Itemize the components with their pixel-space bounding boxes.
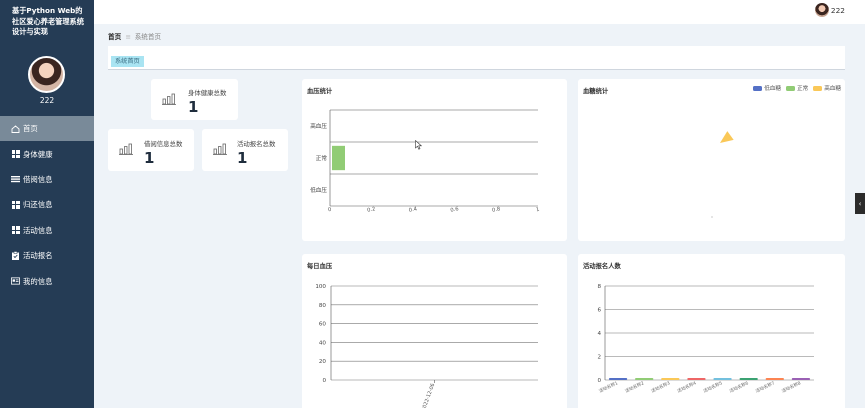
tab-bar: 系统首页 — [108, 46, 845, 70]
x-tick-label: 活动名称7 — [754, 379, 776, 394]
activity-signups-panel: 活动报名人数 0 2 4 6 8 活动名称1 活动名称2 活动名称3 活动名称4 活动名称5 活动名… — [578, 254, 845, 408]
pie-label-dot — [711, 216, 713, 218]
bar — [765, 378, 784, 380]
y-tick-label: 6 — [597, 308, 601, 314]
stat-value: 1 — [188, 98, 199, 116]
y-tick-label: 80 — [319, 303, 327, 309]
bar — [687, 378, 706, 380]
bp-stats-chart: 低血压 正常 高血压 0 0.2 0.4 0.6 0.8 1 — [310, 109, 540, 214]
header-avatar[interactable] — [815, 3, 829, 17]
y-tick-label: 0 — [322, 378, 326, 384]
top-header: 222 — [94, 0, 865, 24]
y-tick-label: 正常 — [316, 154, 328, 162]
sidebar-item-label: 活动报名 — [23, 251, 53, 261]
bar — [332, 145, 345, 171]
cursor-icon — [415, 140, 422, 150]
activity-signups-chart: 02468活动名称1 活动名称2 活动名称3 活动名称4 活动名称5 活动名称6 活动名称7… — [597, 284, 814, 394]
y-tick-label: 20 — [319, 359, 327, 365]
sidebar-item-profile[interactable]: 我的信息 — [0, 268, 94, 293]
sidebar-item-return[interactable]: 归还信息 — [0, 192, 94, 217]
x-tick-label: 活动名称3 — [650, 379, 672, 394]
sidebar-item-activity[interactable]: 活动信息 — [0, 218, 94, 243]
sidebar-item-signup[interactable]: 活动报名 — [0, 243, 94, 268]
y-tick-label: 低血压 — [310, 186, 327, 194]
sidebar-item-label: 我的信息 — [23, 276, 53, 286]
y-tick-label: 0 — [597, 378, 601, 384]
tab-system-home[interactable]: 系统首页 — [111, 56, 144, 67]
breadcrumb-current: 系统首页 — [134, 33, 162, 41]
bp-stats-panel: 血压统计 低血压 正常 高血压 0 0.2 0.4 0.6 0.8 1 — [302, 79, 567, 241]
sidebar-username: 222 — [39, 96, 55, 105]
chevron-left-icon[interactable]: ‹ — [855, 193, 865, 214]
y-tick-label: 40 — [319, 340, 327, 346]
daily-bp-chart: 0 20 40 60 80 100 2022-12-06 — [315, 284, 538, 408]
y-tick-label: 100 — [315, 284, 326, 290]
x-tick-label: 活动名称4 — [676, 379, 698, 394]
x-tick-label: 活动名称8 — [780, 379, 802, 394]
sidebar-item-health[interactable]: 身体健康 — [0, 141, 94, 166]
pie-slice — [720, 131, 734, 143]
stat-label: 身体健康总数 — [188, 89, 227, 97]
grid-icon — [11, 226, 20, 235]
sidebar-item-label: 首页 — [23, 124, 38, 134]
sidebar-item-home[interactable]: 首页 — [0, 116, 94, 142]
sidebar-item-label: 身体健康 — [23, 149, 53, 159]
x-tick-label: 0.8 — [492, 206, 501, 214]
grid-icon — [11, 150, 20, 159]
x-tick-label: 1 — [536, 207, 540, 214]
home-icon — [11, 125, 20, 133]
x-tick-label: 2022-12-06 — [421, 383, 437, 408]
y-tick-label: 高血压 — [310, 122, 327, 130]
breadcrumb: 首页 ≡ 系统首页 — [108, 31, 161, 41]
y-tick-label: 4 — [597, 331, 601, 337]
sidebar-item-label: 借阅信息 — [23, 174, 53, 184]
bar-chart-icon — [119, 143, 133, 155]
breadcrumb-separator-icon: ≡ — [125, 33, 131, 41]
bar — [635, 378, 654, 380]
stat-card-signup: 活动报名总数 1 — [202, 129, 288, 171]
x-tick-label: 0.4 — [408, 206, 418, 214]
x-tick-label: 0.2 — [367, 206, 376, 214]
bar — [739, 378, 758, 380]
grid-icon — [11, 200, 20, 209]
bar — [661, 378, 680, 380]
bar — [791, 378, 811, 380]
bar-chart-icon — [162, 93, 176, 105]
stat-label: 借阅信息总数 — [144, 140, 183, 148]
sidebar-item-label: 活动信息 — [23, 225, 53, 235]
id-card-icon — [11, 277, 20, 285]
glucose-stats-panel: 血糖统计 低血糖 正常 高血糖 — [578, 79, 845, 241]
stat-card-borrow: 借阅信息总数 1 — [108, 129, 194, 171]
system-title: 基于Python Web的社区爱心养老管理系统设计与实现 — [12, 6, 84, 36]
breadcrumb-home[interactable]: 首页 — [108, 33, 121, 41]
x-tick-label: 活动名称5 — [702, 379, 724, 394]
sidebar-avatar — [28, 56, 65, 93]
header-username[interactable]: 222 — [831, 6, 845, 15]
bar-chart-icon — [213, 143, 227, 155]
sidebar: 基于Python Web的社区爱心养老管理系统设计与实现 222 首页 身体健康… — [0, 0, 94, 408]
x-tick-label: 活动名称2 — [624, 379, 646, 394]
sidebar-menu: 首页 身体健康 借阅信息 归还信息 活动信息 活动报名 我的信息 — [0, 116, 94, 294]
x-tick-label: 0 — [328, 207, 332, 214]
y-tick-label: 60 — [319, 322, 327, 328]
bar — [713, 378, 732, 380]
sidebar-item-label: 归还信息 — [23, 200, 53, 210]
y-tick-label: 8 — [597, 284, 601, 290]
stat-card-health: 身体健康总数 1 — [151, 79, 238, 120]
list-icon — [11, 175, 20, 183]
y-tick-label: 2 — [597, 355, 601, 361]
bar — [608, 378, 628, 380]
stat-value: 1 — [237, 149, 248, 167]
glucose-stats-chart — [711, 131, 734, 218]
x-tick-label: 0.6 — [450, 206, 459, 214]
x-tick-label: 活动名称6 — [728, 379, 750, 394]
stat-label: 活动报名总数 — [237, 140, 276, 148]
clipboard-icon — [11, 251, 20, 261]
sidebar-item-borrow[interactable]: 借阅信息 — [0, 167, 94, 192]
daily-bp-panel: 每日血压 0 20 40 60 80 100 2022-12-06 — [302, 254, 567, 408]
stat-value: 1 — [144, 149, 155, 167]
